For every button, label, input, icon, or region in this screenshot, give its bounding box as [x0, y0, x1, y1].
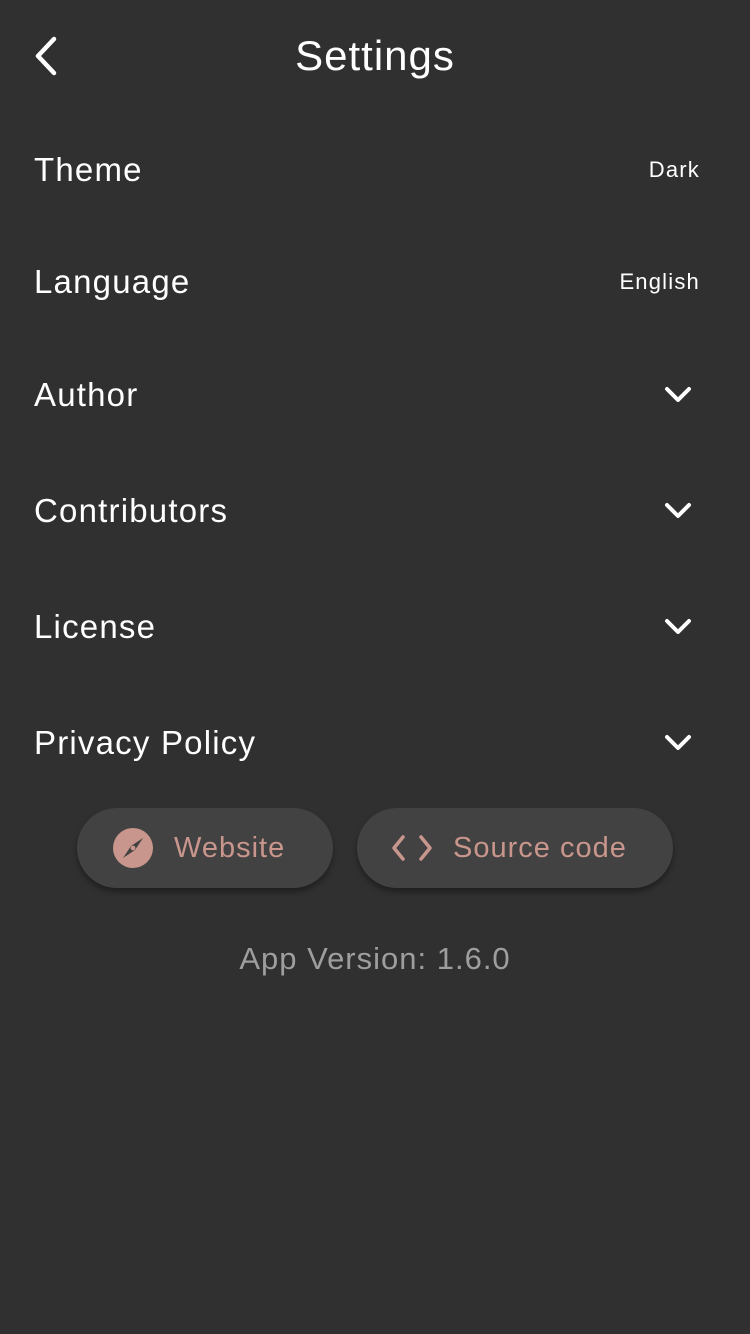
setting-author-label: Author: [34, 376, 139, 413]
chevron-down-icon: [665, 503, 691, 518]
source-code-button[interactable]: Source code: [357, 808, 673, 888]
setting-language-label: Language: [34, 263, 191, 300]
setting-license-label: License: [34, 608, 157, 645]
setting-privacy-policy[interactable]: Privacy Policy: [0, 685, 750, 801]
setting-language[interactable]: Language English: [0, 224, 750, 340]
setting-contributors[interactable]: Contributors: [0, 453, 750, 569]
source-code-button-label: Source code: [453, 831, 627, 864]
setting-theme[interactable]: Theme Dark: [0, 112, 750, 228]
setting-theme-value: Dark: [648, 157, 700, 182]
website-button-label: Website: [174, 831, 286, 864]
code-icon: [392, 835, 432, 861]
chevron-down-icon: [665, 387, 691, 402]
setting-author[interactable]: Author: [0, 337, 750, 453]
app-bar: Settings: [0, 0, 750, 112]
setting-contributors-label: Contributors: [34, 492, 229, 529]
setting-privacy-policy-label: Privacy Policy: [34, 724, 257, 761]
page-title: Settings: [295, 32, 455, 79]
setting-theme-label: Theme: [34, 151, 143, 188]
chevron-down-icon: [665, 735, 691, 750]
chevron-down-icon: [665, 619, 691, 634]
setting-license[interactable]: License: [0, 569, 750, 685]
app-version: App Version: 1.6.0: [239, 941, 511, 976]
website-button[interactable]: Website: [77, 808, 333, 888]
compass-icon: [113, 828, 153, 868]
setting-language-value: English: [619, 269, 700, 294]
